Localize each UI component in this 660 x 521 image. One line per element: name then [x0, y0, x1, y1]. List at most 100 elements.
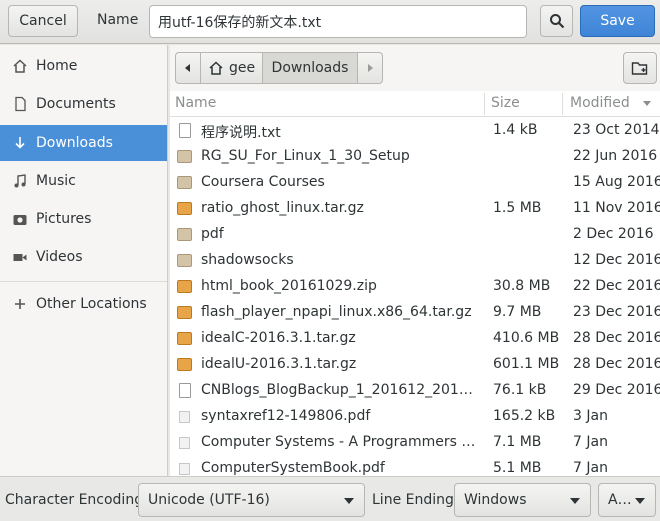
file-row[interactable]: idealC-2016.3.1.tar.gz 410.6 MB 28 Dec 2…: [170, 326, 660, 352]
file-name: ratio_ghost_linux.tar.gz: [201, 200, 364, 216]
extra-options-select[interactable]: A…: [598, 483, 656, 517]
archive-icon: [177, 280, 192, 293]
line-ending-value: Windows: [464, 492, 527, 508]
folder-icon: [177, 254, 192, 267]
file-row[interactable]: ratio_ghost_linux.tar.gz 1.5 MB 11 Nov 2…: [170, 196, 660, 222]
line-ending-label: Line Ending:: [372, 492, 459, 508]
sidebar-item-label: Pictures: [36, 211, 92, 227]
file-modified: 11 Nov 2016: [573, 200, 660, 216]
sidebar-item-label: Downloads: [36, 135, 113, 151]
file-row[interactable]: CNBlogs_BlogBackup_1_201612_201612… 76.1…: [170, 378, 660, 404]
filename-input[interactable]: 用utf-16保存的新文本.txt: [149, 5, 527, 38]
file-row[interactable]: Computer Systems - A Programmers Pers… 7…: [170, 430, 660, 456]
sidebar-item-home[interactable]: Home: [0, 48, 167, 84]
file-modified: 15 Aug 2016: [573, 174, 660, 190]
cancel-button[interactable]: Cancel: [8, 5, 78, 37]
file-name: idealU-2016.3.1.tar.gz: [201, 356, 357, 372]
file-row[interactable]: RG_SU_For_Linux_1_30_Setup 22 Jun 2016: [170, 144, 660, 170]
sort-descending-icon: [643, 101, 651, 106]
options-bar: Character Encoding: Unicode (UTF-16) Lin…: [0, 476, 660, 521]
extra-options-value: A…: [608, 492, 632, 508]
column-divider: [562, 93, 563, 115]
column-header-size[interactable]: Size: [491, 95, 520, 111]
file-size: 410.6 MB: [493, 330, 560, 346]
save-button[interactable]: Save: [580, 5, 655, 37]
file-name: pdf: [201, 226, 224, 242]
header-bar: Cancel Name 用utf-16保存的新文本.txt Save: [0, 0, 660, 44]
file-name: Computer Systems - A Programmers Pers…: [201, 434, 481, 450]
sidebar-item-label: Other Locations: [36, 296, 147, 312]
new-folder-button[interactable]: [623, 52, 657, 84]
plus-icon: [12, 296, 28, 312]
file-list[interactable]: Name Size Modified 程序说明.txt 1.4 kB 23 Oc…: [170, 91, 660, 476]
path-segment-home[interactable]: gee: [200, 52, 263, 84]
column-header-modified[interactable]: Modified: [570, 95, 630, 111]
file-row[interactable]: Coursera Courses 15 Aug 2016: [170, 170, 660, 196]
file-size: 76.1 kB: [493, 382, 547, 398]
path-segment-label: gee: [228, 60, 256, 76]
sidebar-item-videos[interactable]: Videos: [0, 239, 167, 275]
folder-icon: [177, 176, 192, 189]
search-icon: [549, 14, 564, 29]
new-folder-icon: [631, 62, 648, 75]
file-name: ComputerSystemBook.pdf: [201, 460, 385, 476]
chevron-left-icon: [185, 64, 190, 72]
chevron-right-icon: [368, 64, 373, 72]
file-name: idealC-2016.3.1.tar.gz: [201, 330, 356, 346]
file-row[interactable]: ComputerSystemBook.pdf 5.1 MB 7 Jan: [170, 456, 660, 476]
dropdown-arrow-icon: [570, 498, 580, 504]
file-name: html_book_20161029.zip: [201, 278, 377, 294]
column-header-name[interactable]: Name: [175, 95, 216, 111]
character-encoding-select[interactable]: Unicode (UTF-16): [138, 483, 365, 517]
file-modified: 23 Oct 2014: [573, 122, 660, 138]
sidebar-item-documents[interactable]: Documents: [0, 86, 167, 122]
file-size: 9.7 MB: [493, 304, 542, 320]
file-name: flash_player_npapi_linux.x86_64.tar.gz: [201, 304, 472, 320]
sidebar-item-other-locations[interactable]: Other Locations: [0, 286, 167, 322]
dropdown-arrow-icon: [635, 498, 645, 504]
file-size: 1.4 kB: [493, 122, 538, 138]
file-row[interactable]: html_book_20161029.zip 30.8 MB 22 Dec 20…: [170, 274, 660, 300]
file-name: Coursera Courses: [201, 174, 325, 190]
path-back-button[interactable]: [175, 52, 201, 84]
pdf-file-icon: [179, 437, 190, 449]
file-row[interactable]: syntaxref12-149806.pdf 165.2 kB 3 Jan: [170, 404, 660, 430]
sidebar-item-pictures[interactable]: Pictures: [0, 201, 167, 237]
file-modified: 2 Dec 2016: [573, 226, 654, 242]
line-ending-select[interactable]: Windows: [454, 483, 591, 517]
dropdown-arrow-icon: [344, 498, 354, 504]
file-row[interactable]: idealU-2016.3.1.tar.gz 601.1 MB 28 Dec 2…: [170, 352, 660, 378]
path-bar: gee Downloads: [170, 45, 660, 91]
file-row[interactable]: pdf 2 Dec 2016: [170, 222, 660, 248]
file-size: 5.1 MB: [493, 460, 542, 476]
file-row[interactable]: flash_player_npapi_linux.x86_64.tar.gz 9…: [170, 300, 660, 326]
character-encoding-label: Character Encoding:: [5, 492, 148, 508]
document-icon: [12, 96, 28, 112]
path-forward-button[interactable]: [357, 52, 383, 84]
file-name: CNBlogs_BlogBackup_1_201612_201612…: [201, 382, 481, 398]
archive-icon: [177, 306, 192, 319]
file-row[interactable]: 程序说明.txt 1.4 kB 23 Oct 2014: [170, 118, 660, 144]
text-file-icon: [179, 123, 191, 138]
sidebar: Home Documents Downloads Music Pictures …: [0, 45, 168, 476]
search-button[interactable]: [540, 5, 573, 37]
character-encoding-value: Unicode (UTF-16): [148, 492, 270, 508]
pdf-file-icon: [179, 463, 190, 475]
video-icon: [12, 249, 28, 265]
file-name: RG_SU_For_Linux_1_30_Setup: [201, 148, 410, 164]
html-file-icon: [179, 383, 191, 398]
sidebar-item-label: Home: [36, 58, 78, 74]
folder-icon: [177, 228, 192, 241]
sidebar-item-label: Music: [36, 173, 76, 189]
file-modified: 22 Dec 2016: [573, 278, 660, 294]
file-size: 601.1 MB: [493, 356, 560, 372]
file-size: 165.2 kB: [493, 408, 556, 424]
file-modified: 3 Jan: [573, 408, 608, 424]
sidebar-item-music[interactable]: Music: [0, 163, 167, 199]
file-modified: 12 Dec 2016: [573, 252, 660, 268]
file-row[interactable]: shadowsocks 12 Dec 2016: [170, 248, 660, 274]
sidebar-item-downloads[interactable]: Downloads: [0, 125, 167, 161]
sidebar-divider: [0, 281, 167, 282]
path-segment-label: Downloads: [271, 60, 349, 76]
path-segment-downloads[interactable]: Downloads: [262, 52, 358, 84]
